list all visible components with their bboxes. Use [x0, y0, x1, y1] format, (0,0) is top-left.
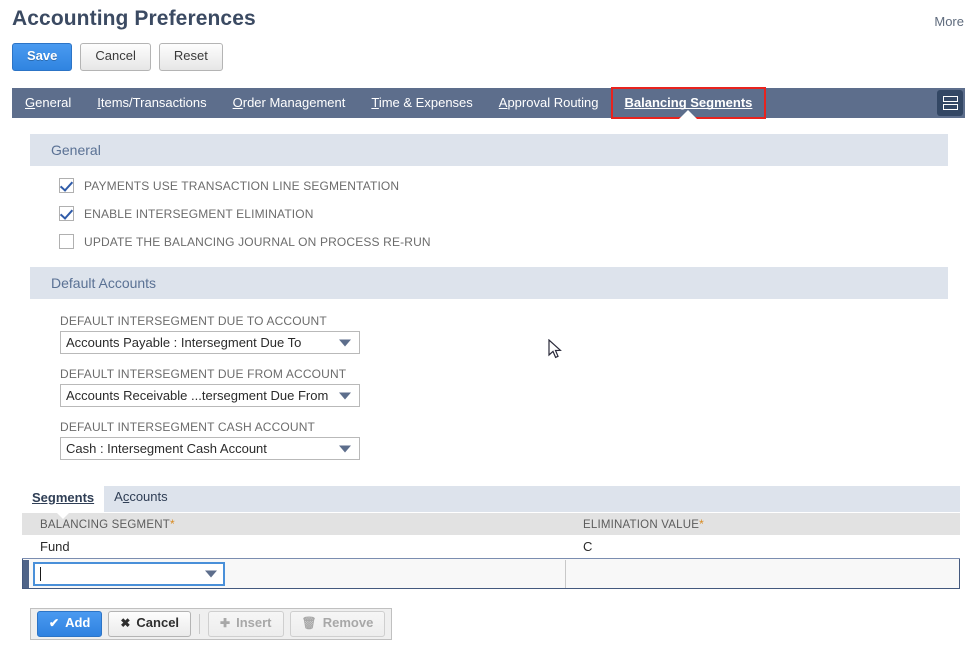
tab-accesskey: O [232, 95, 243, 110]
add-button[interactable]: ✔ Add [37, 611, 103, 637]
mouse-pointer-icon [548, 339, 562, 359]
page-root: Accounting Preferences More Save Cancel … [0, 0, 977, 651]
checkbox-label: PAYMENTS USE TRANSACTION LINE SEGMENTATI… [84, 178, 400, 193]
cancel-row-button[interactable]: ✖ Cancel [108, 611, 192, 637]
stacked-lines-icon-bar [942, 96, 958, 102]
cell-elimination-value: C [583, 539, 593, 554]
balancing-segment-input[interactable] [33, 561, 225, 586]
stacked-lines-icon[interactable] [937, 90, 963, 116]
tab-general[interactable]: General [12, 88, 84, 118]
column-header-elimination-value: ELIMINATION VALUE* [583, 517, 704, 531]
remove-button-label: Remove [322, 615, 374, 631]
tab-approval-routing[interactable]: Approval Routing [486, 88, 612, 118]
chevron-down-icon[interactable] [205, 570, 217, 577]
select-value: Accounts Receivable ...tersegment Due Fr… [66, 388, 329, 403]
text-caret [40, 566, 41, 581]
tab-label-rest: ime & Expenses [378, 95, 473, 110]
tab-label-rest: alancing Segments [633, 95, 753, 110]
field-label: DEFAULT INTERSEGMENT CASH ACCOUNT [60, 420, 315, 434]
chevron-down-icon [339, 339, 351, 346]
checkbox-label: UPDATE THE BALANCING JOURNAL ON PROCESS … [84, 234, 431, 249]
section-header-default-accounts: Default Accounts [30, 267, 948, 299]
checkbox-payments-use-transaction-line-segmentation[interactable] [59, 178, 74, 193]
reset-button[interactable]: Reset [158, 43, 223, 71]
section-title: Default Accounts [51, 275, 157, 291]
tab-label-rest: tems/Transactions [100, 95, 207, 110]
tab-balancing-segments[interactable]: Balancing Segments [610, 87, 767, 119]
column-header-balancing-segment: BALANCING SEGMENT* [40, 517, 175, 531]
field-label: DEFAULT INTERSEGMENT DUE FROM ACCOUNT [60, 367, 347, 381]
remove-button: 🗑 Remove [289, 611, 386, 637]
check-icon: ✔ [49, 616, 60, 631]
more-link[interactable]: More [934, 14, 964, 29]
action-button-bar: Save Cancel Reset [12, 43, 223, 71]
edit-cell-balancing-segment[interactable] [29, 559, 566, 588]
tab-time-expenses[interactable]: Time & Expenses [358, 88, 485, 118]
trash-icon: 🗑 [301, 616, 317, 631]
tab-accesskey: B [624, 95, 634, 110]
checkbox-update-balancing-journal[interactable] [59, 234, 74, 249]
tab-label-rest: rder Management [242, 95, 346, 110]
field-default-intersegment-due-to-account: DEFAULT INTERSEGMENT DUE TO ACCOUNT Acco… [60, 314, 360, 354]
checkbox-row-update-balancing-journal[interactable]: UPDATE THE BALANCING JOURNAL ON PROCESS … [59, 234, 431, 249]
required-asterisk: * [699, 517, 704, 531]
select-value: Cash : Intersegment Cash Account [66, 441, 267, 456]
sublist-tab-prefix: A [114, 489, 123, 504]
tab-order-management[interactable]: Order Management [220, 88, 359, 118]
cancel-button[interactable]: Cancel [80, 43, 151, 71]
tab-accesskey: T [371, 95, 379, 110]
section-title: General [51, 142, 101, 158]
stacked-lines-icon-bar [942, 104, 958, 110]
edit-cell-elimination-value[interactable] [566, 560, 959, 588]
insert-button-label: Insert [236, 615, 272, 631]
plus-icon: ✚ [220, 616, 231, 631]
sublist-tab-label-rest: counts [129, 489, 168, 504]
checkbox-label: ENABLE INTERSEGMENT ELIMINATION [84, 206, 314, 221]
page-title: Accounting Preferences [12, 7, 256, 30]
sublist-tab-strip: Segments Accounts [22, 486, 960, 512]
grid-edit-row[interactable] [22, 559, 960, 589]
field-label: DEFAULT INTERSEGMENT DUE TO ACCOUNT [60, 314, 327, 328]
checkbox-row-enable-intersegment-elimination[interactable]: ENABLE INTERSEGMENT ELIMINATION [59, 206, 314, 221]
save-button[interactable]: Save [12, 43, 73, 71]
required-asterisk: * [169, 517, 175, 531]
insert-button: ✚ Insert [208, 611, 284, 637]
chevron-down-icon [339, 445, 351, 452]
table-row[interactable]: Fund C [22, 535, 960, 559]
select-default-intersegment-due-to-account[interactable]: Accounts Payable : Intersegment Due To [60, 331, 360, 354]
grid-header-row: BALANCING SEGMENT* ELIMINATION VALUE* [22, 513, 960, 535]
main-tab-bar: General Items/Transactions Order Managem… [12, 87, 965, 119]
tab-label-rest: pproval Routing [507, 95, 599, 110]
tab-label-rest: eneral [35, 95, 72, 110]
checkbox-row-payments-use-transaction-line-segmentation[interactable]: PAYMENTS USE TRANSACTION LINE SEGMENTATI… [59, 178, 399, 193]
cancel-row-button-label: Cancel [136, 615, 180, 631]
sublist-tab-label-rest: egments [40, 490, 95, 505]
button-divider [199, 614, 201, 634]
chevron-down-icon [339, 392, 351, 399]
add-button-label: Add [65, 615, 91, 631]
field-default-intersegment-due-from-account: DEFAULT INTERSEGMENT DUE FROM ACCOUNT Ac… [60, 367, 360, 407]
field-default-intersegment-cash-account: DEFAULT INTERSEGMENT CASH ACCOUNT Cash :… [60, 420, 360, 460]
segments-sublist: Segments Accounts BALANCING SEGMENT* ELI… [22, 486, 960, 589]
checkbox-enable-intersegment-elimination[interactable] [59, 206, 74, 221]
tab-accesskey: G [25, 95, 36, 110]
sublist-tab-strip-filler [177, 486, 960, 512]
cell-balancing-segment: Fund [40, 539, 70, 554]
select-value: Accounts Payable : Intersegment Due To [66, 335, 302, 350]
sublist-tab-accounts[interactable]: Accounts [104, 487, 177, 512]
tab-items-transactions[interactable]: Items/Transactions [84, 88, 219, 118]
segments-grid: BALANCING SEGMENT* ELIMINATION VALUE* Fu… [22, 512, 960, 589]
select-default-intersegment-due-from-account[interactable]: Accounts Receivable ...tersegment Due Fr… [60, 384, 360, 407]
select-default-intersegment-cash-account[interactable]: Cash : Intersegment Cash Account [60, 437, 360, 460]
sublist-button-bar: ✔ Add ✖ Cancel ✚ Insert 🗑 Remove [30, 608, 393, 640]
sublist-tab-accesskey: S [32, 490, 41, 505]
sublist-tab-segments[interactable]: Segments [22, 486, 105, 512]
x-icon: ✖ [120, 616, 131, 631]
section-header-general: General [30, 134, 948, 166]
